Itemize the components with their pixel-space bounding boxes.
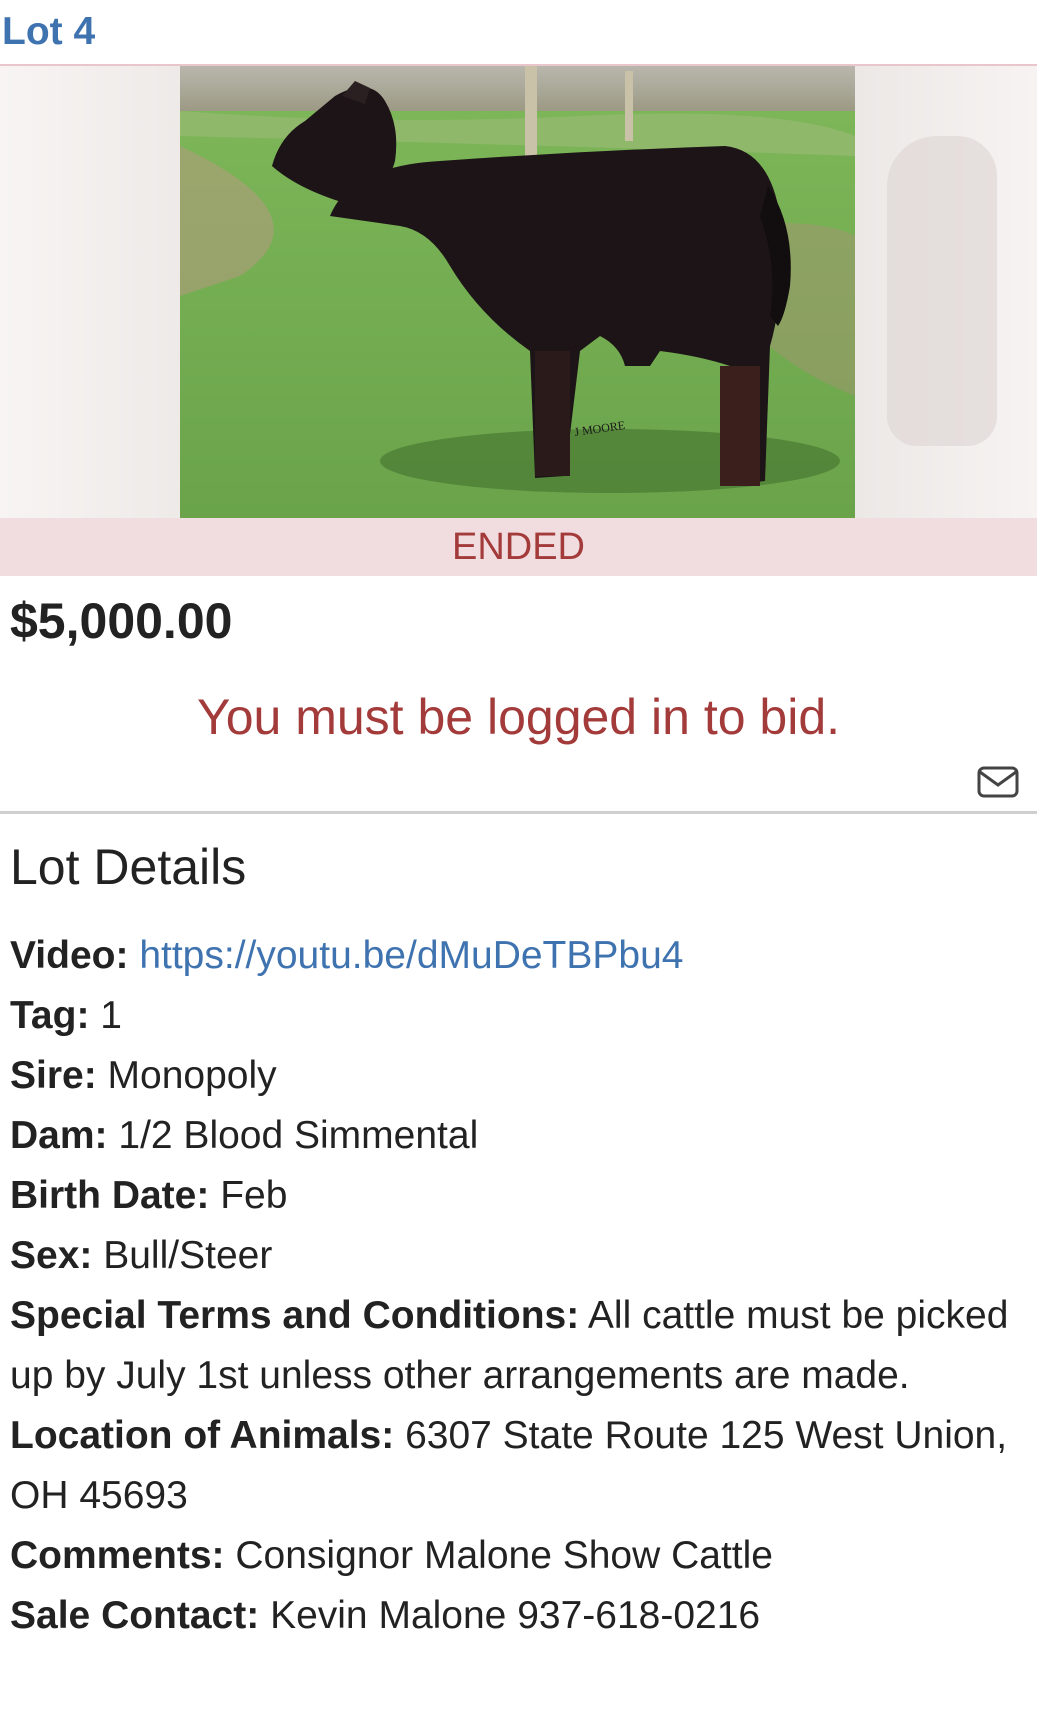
- detail-value: Feb: [220, 1174, 288, 1217]
- detail-value: Kevin Malone 937-618-0216: [270, 1594, 761, 1637]
- detail-comments: Comments: Consignor Malone Show Cattle: [10, 1526, 1027, 1586]
- detail-label: Dam:: [10, 1114, 108, 1157]
- status-label: ENDED: [451, 525, 586, 568]
- previous-image-peek[interactable]: [0, 66, 180, 518]
- detail-value: 1/2 Blood Simmental: [118, 1114, 479, 1157]
- detail-dam: Dam: 1/2 Blood Simmental: [10, 1106, 1027, 1166]
- detail-sale-contact: Sale Contact: Kevin Malone 937-618-0216: [10, 1586, 1027, 1646]
- lot-header: Lot 4: [0, 0, 1037, 66]
- detail-video: Video: https://youtu.be/dMuDeTBPbu4: [10, 926, 1027, 986]
- detail-label: Sex:: [10, 1234, 93, 1277]
- lot-details-heading: Lot Details: [10, 839, 247, 895]
- lot-details: Lot Details Video: https://youtu.be/dMuD…: [0, 814, 1037, 1646]
- detail-sex: Sex: Bull/Steer: [10, 1226, 1027, 1286]
- share-row: [0, 758, 1037, 814]
- detail-label: Video:: [10, 934, 129, 977]
- detail-label: Special Terms and Conditions:: [10, 1294, 580, 1337]
- detail-label: Sale Contact:: [10, 1594, 260, 1637]
- video-link[interactable]: https://youtu.be/dMuDeTBPbu4: [139, 934, 683, 977]
- image-gallery[interactable]: J MOORE: [0, 66, 1037, 518]
- detail-label: Birth Date:: [10, 1174, 210, 1217]
- next-image-peek[interactable]: [855, 66, 1037, 518]
- detail-special-terms: Special Terms and Conditions: All cattle…: [10, 1286, 1027, 1406]
- detail-value: Bull/Steer: [103, 1234, 273, 1277]
- auction-status-bar: ENDED: [0, 518, 1037, 576]
- detail-label: Sire:: [10, 1054, 97, 1097]
- detail-label: Location of Animals:: [10, 1414, 395, 1457]
- detail-birth-date: Birth Date: Feb: [10, 1166, 1027, 1226]
- lot-title[interactable]: Lot 4: [2, 10, 95, 54]
- detail-location: Location of Animals: 6307 State Route 12…: [10, 1406, 1027, 1526]
- detail-value: Monopoly: [107, 1054, 277, 1097]
- detail-sire: Sire: Monopoly: [10, 1046, 1027, 1106]
- detail-label: Tag:: [10, 994, 90, 1037]
- detail-label: Comments:: [10, 1534, 225, 1577]
- current-price: $5,000.00: [10, 593, 233, 649]
- login-required-message[interactable]: You must be logged in to bid.: [0, 688, 1037, 758]
- detail-tag: Tag: 1: [10, 986, 1027, 1046]
- detail-value: 1: [100, 994, 122, 1037]
- lot-photo[interactable]: J MOORE: [180, 66, 855, 518]
- detail-value: Consignor Malone Show Cattle: [235, 1534, 773, 1577]
- mail-icon[interactable]: [977, 766, 1019, 798]
